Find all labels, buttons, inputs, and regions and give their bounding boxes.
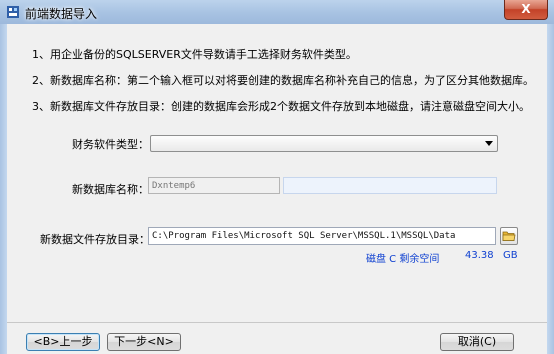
disk-space-label: 磁盘 C 剩余空间 bbox=[366, 254, 440, 265]
footer-divider bbox=[7, 322, 547, 323]
db-name-label: 新数据库名称： bbox=[72, 183, 149, 196]
folder-icon bbox=[502, 231, 516, 241]
window-title: 前端数据导入 bbox=[25, 7, 98, 21]
software-type-select[interactable] bbox=[150, 135, 498, 152]
prev-button[interactable]: <B>上一步 bbox=[26, 333, 100, 351]
dropdown-arrow-icon[interactable] bbox=[485, 141, 493, 146]
data-path-label: 新数据文件存放目录： bbox=[40, 233, 150, 246]
instruction-3: 3、新数据库文件存放目录：创建的数据库会形成2个数据文件存放到本地磁盘，请注意磁… bbox=[32, 100, 530, 113]
window-frame-left bbox=[0, 24, 7, 354]
cancel-button[interactable]: 取消(C) bbox=[440, 333, 514, 351]
close-button[interactable]: X bbox=[504, 0, 548, 20]
title-bar[interactable]: 前端数据导入 X bbox=[0, 0, 554, 24]
window-frame-right bbox=[547, 24, 554, 354]
instruction-1: 1、用企业备份的SQLSERVER文件导数请手工选择财务软件类型。 bbox=[32, 48, 357, 61]
app-icon bbox=[6, 5, 20, 19]
instruction-2: 2、新数据库名称：第二个输入框可以对将要创建的数据库名称补充自己的信息，为了区分… bbox=[32, 74, 534, 87]
browse-folder-button[interactable] bbox=[500, 227, 518, 245]
data-path-input[interactable]: C:\Program Files\Microsoft SQL Server\MS… bbox=[148, 227, 496, 245]
db-name-suffix-input[interactable] bbox=[283, 177, 497, 194]
disk-free-unit: GB bbox=[503, 250, 518, 261]
db-name-prefix-field: Dxntemp6 bbox=[148, 177, 280, 194]
software-type-label: 财务软件类型： bbox=[72, 138, 149, 151]
next-button[interactable]: 下一步<N> bbox=[107, 333, 181, 351]
disk-free-value: 43.38 bbox=[465, 250, 494, 261]
